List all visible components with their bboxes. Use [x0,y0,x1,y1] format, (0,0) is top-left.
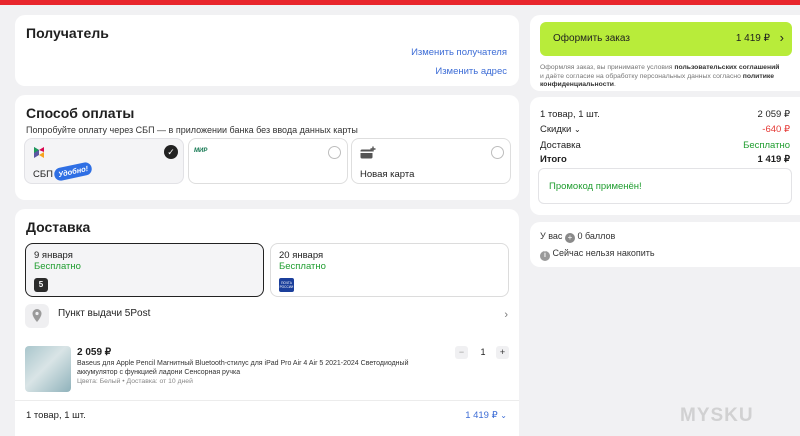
chevron-down-icon: ⌄ [573,125,581,134]
points-note: i Сейчас нельзя накопить [540,248,655,261]
payment-option-mir[interactable]: МИР [188,138,348,184]
summary-value: 1 419 ₽ [757,154,790,165]
summary-label: Итого [540,154,567,165]
mysku-watermark: MYSKU [680,405,754,426]
mir-radio[interactable] [328,146,341,159]
summary-row-delivery: Доставка Бесплатно [540,140,790,151]
top-accent-bar [0,0,800,5]
payment-card: Способ оплаты Попробуйте оплату через СБ… [15,95,519,200]
new-card-radio[interactable] [491,146,504,159]
change-address-link[interactable]: Изменить адрес [435,66,507,77]
delivery-footer-count: 1 товар, 1 шт. [26,410,86,421]
summary-row-items: 1 товар, 1 шт. 2 059 ₽ [540,109,790,120]
summary-card: 1 товар, 1 шт. 2 059 ₽ Скидки ⌄ -640 ₽ Д… [530,97,800,215]
info-icon: i [540,251,550,261]
card-plus-icon [360,146,376,164]
points-prefix: У вас [540,231,563,241]
item-meta: Цвета: Белый • Доставка: от 10 дней [77,378,193,385]
russian-post-logo-icon: ПОЧТА РОССИИ [279,278,294,292]
item-name[interactable]: Baseus для Apple Pencil Магнитный Blueto… [77,360,442,377]
sbp-logo-icon [33,146,45,164]
delivery-card: Доставка 9 января Бесплатно 5 20 января … [15,209,519,436]
coin-icon: + [564,233,575,243]
delivery-footer-total-value: 1 419 ₽ [465,410,498,421]
delivery-date: 9 января [34,250,73,261]
terms-text-2: и даёте согласие на обработку персональн… [540,72,743,80]
map-pin-icon [25,304,49,328]
payment-title: Способ оплаты [26,105,135,121]
new-card-label: Новая карта [360,169,415,180]
user-agreements-link[interactable]: пользовательских соглашений [674,64,779,71]
qty-minus-button[interactable]: − [455,346,468,359]
delivery-price: Бесплатно [279,261,326,272]
pickup-point-label: Пункт выдачи 5Post [58,308,151,319]
points-note-text: Сейчас нельзя накопить [552,248,655,258]
place-order-label: Оформить заказ [553,33,630,44]
summary-row-discounts[interactable]: Скидки ⌄ -640 ₽ [540,124,790,135]
delivery-date-option-1[interactable]: 9 января Бесплатно 5 [25,243,264,297]
mir-logo-icon: МИР [194,148,208,154]
summary-label: Скидки [540,124,572,135]
place-order-total: 1 419 ₽ [735,33,770,44]
change-recipient-link[interactable]: Изменить получателя [411,47,507,58]
summary-row-total: Итого 1 419 ₽ [540,154,790,165]
delivery-footer-total[interactable]: 1 419 ₽ ⌄ [465,410,507,421]
points-value: 0 баллов [577,231,616,241]
payment-option-sbp[interactable]: ✓ СБП Удобно! [24,138,184,184]
5post-logo-icon: 5 [34,278,48,292]
chevron-right-icon: › [504,309,508,321]
sbp-badge: Удобно! [53,161,94,182]
points-card: У вас + 0 баллов i Сейчас нельзя накопит… [530,222,800,267]
delivery-title: Доставка [26,219,91,235]
points-balance: У вас + 0 баллов [540,231,615,243]
chevron-right-icon: › [779,30,784,45]
payment-option-new-card[interactable]: Новая карта [351,138,511,184]
delivery-price: Бесплатно [34,261,81,272]
summary-value: -640 ₽ [762,124,790,135]
qty-value[interactable]: 1 [477,347,489,357]
recipient-card: Получатель Изменить получателя Изменить … [15,15,519,86]
qty-plus-button[interactable]: + [496,346,509,359]
place-order-button[interactable]: Оформить заказ 1 419 ₽ › [540,22,792,56]
sbp-label: СБП [33,169,53,180]
terms-text-1: Оформляя заказ, вы принимаете условия [540,64,675,71]
summary-label: Доставка [540,140,581,151]
summary-label-wrap: Скидки ⌄ [540,124,581,135]
terms-text-3: . [613,81,616,88]
order-card: Оформить заказ 1 419 ₽ › Оформляя заказ,… [530,15,800,91]
chevron-down-icon: ⌄ [500,411,507,420]
product-image[interactable] [25,346,71,392]
recipient-title: Получатель [26,25,109,41]
promo-applied-text: Промокод применён! [549,181,642,192]
selected-check-icon: ✓ [164,145,178,159]
summary-value: 2 059 ₽ [757,109,790,120]
summary-value: Бесплатно [743,140,790,151]
item-price: 2 059 ₽ [77,347,112,358]
divider [15,400,519,401]
delivery-date-option-2[interactable]: 20 января Бесплатно ПОЧТА РОССИИ [270,243,509,297]
summary-label: 1 товар, 1 шт. [540,109,600,120]
cart-item: 2 059 ₽ Baseus для Apple Pencil Магнитны… [25,345,509,393]
promo-applied-box: Промокод применён! [538,168,792,204]
payment-hint: Попробуйте оплату через СБП — в приложен… [26,125,358,135]
order-terms: Оформляя заказ, вы принимаете условия по… [540,64,785,90]
delivery-date: 20 января [279,250,324,261]
pickup-point-row[interactable]: Пункт выдачи 5Post › [25,304,509,330]
